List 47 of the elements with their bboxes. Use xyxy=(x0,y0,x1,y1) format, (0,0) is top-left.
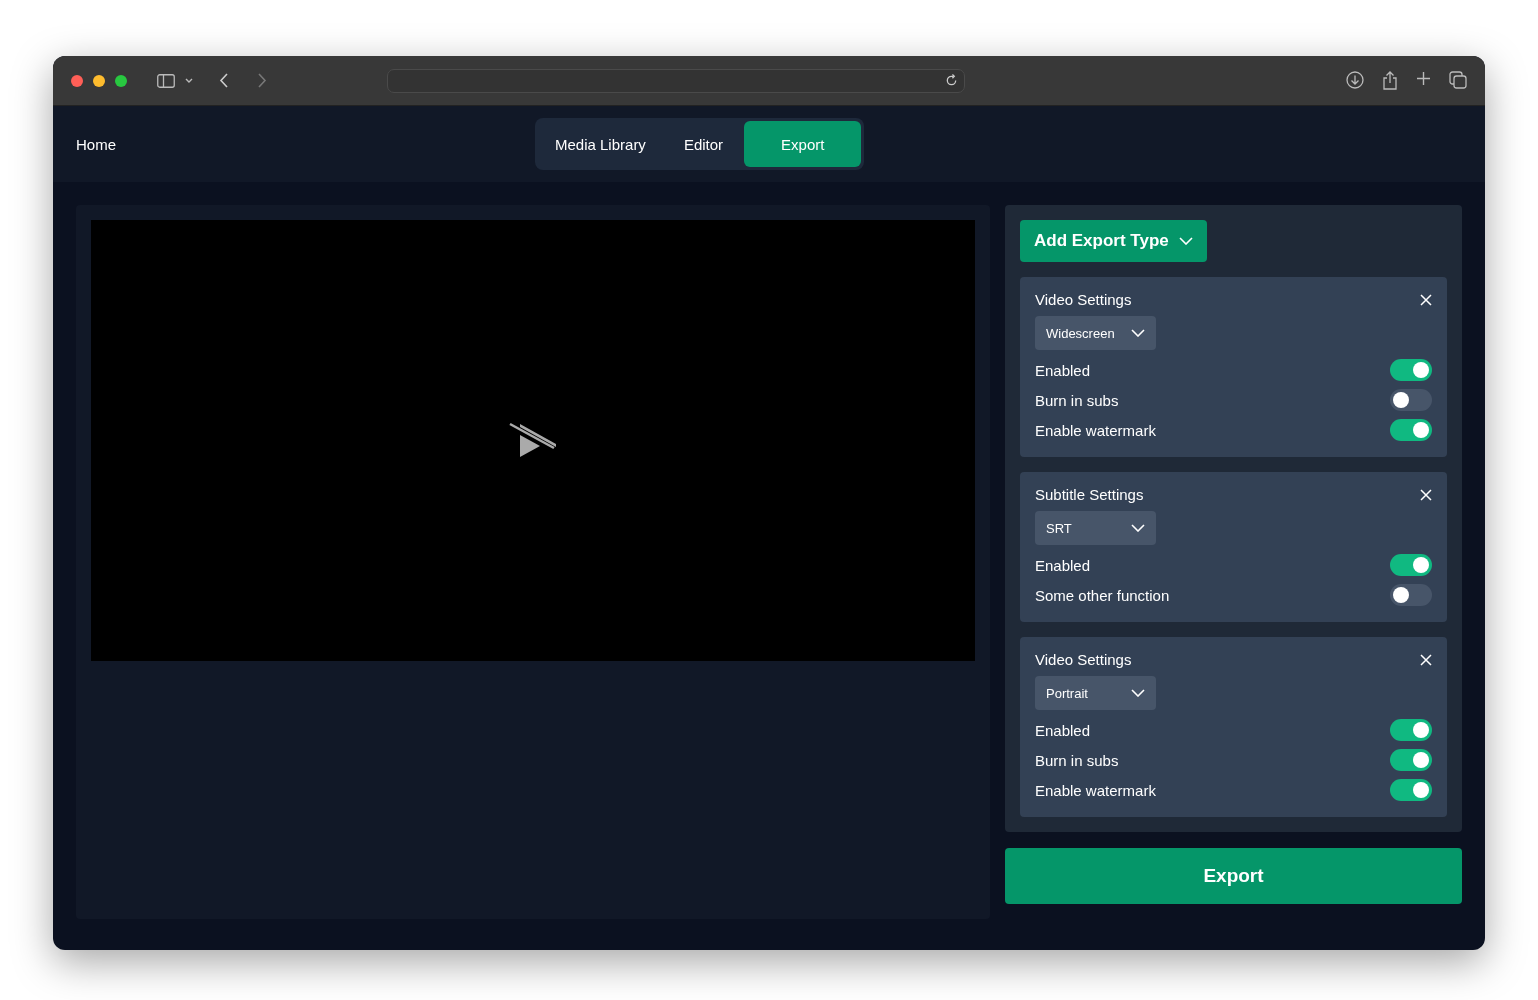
caret-icon xyxy=(1131,329,1145,337)
toggle-switch[interactable] xyxy=(1390,584,1432,606)
card-title: Video Settings xyxy=(1035,651,1132,668)
card-title: Subtitle Settings xyxy=(1035,486,1144,503)
caret-icon xyxy=(1178,237,1193,245)
toggle-switch[interactable] xyxy=(1390,749,1432,771)
close-icon[interactable] xyxy=(1420,653,1432,666)
format-dropdown[interactable]: Widescreen xyxy=(1035,316,1156,350)
format-dropdown[interactable]: Portrait xyxy=(1035,676,1156,710)
back-icon[interactable] xyxy=(219,73,228,88)
sidebar-icon[interactable] xyxy=(157,73,175,88)
close-icon[interactable] xyxy=(1420,293,1432,306)
maximize-window-icon[interactable] xyxy=(115,74,127,87)
toggle-label: Burn in subs xyxy=(1035,391,1119,409)
tab[interactable]: Media Library xyxy=(538,121,663,167)
format-dropdown[interactable]: SRT xyxy=(1035,511,1156,545)
caret-icon[interactable] xyxy=(185,78,193,83)
toggle-label: Enable watermark xyxy=(1035,781,1156,799)
caret-icon xyxy=(1131,689,1145,697)
toggle-switch[interactable] xyxy=(1390,779,1432,801)
forward-icon[interactable] xyxy=(258,73,267,88)
close-window-icon[interactable] xyxy=(71,74,83,87)
toggle-switch[interactable] xyxy=(1390,719,1432,741)
add-export-type-button[interactable]: Add Export Type xyxy=(1020,220,1207,262)
caret-icon xyxy=(1131,524,1145,532)
toggle-label: Enable watermark xyxy=(1035,421,1156,439)
toggle-label: Burn in subs xyxy=(1035,751,1119,769)
home-link[interactable]: Home xyxy=(76,135,116,153)
toggle-switch[interactable] xyxy=(1390,419,1432,441)
reload-icon[interactable] xyxy=(945,74,958,87)
tab[interactable]: Export xyxy=(744,121,862,167)
toggle-switch[interactable] xyxy=(1390,359,1432,381)
toggle-label: Enabled xyxy=(1035,556,1091,574)
toggle-switch[interactable] xyxy=(1390,389,1432,411)
minimize-window-icon[interactable] xyxy=(93,74,105,87)
export-button[interactable]: Export xyxy=(1005,848,1462,904)
card-title: Video Settings xyxy=(1035,291,1132,308)
toggle-label: Some other function xyxy=(1035,586,1170,604)
close-icon[interactable] xyxy=(1420,488,1432,501)
tab[interactable]: Editor xyxy=(666,121,741,167)
toggle-label: Enabled xyxy=(1035,361,1091,379)
download-icon[interactable] xyxy=(1346,71,1364,89)
toggle-label: Enabled xyxy=(1035,721,1091,739)
toggle-switch[interactable] xyxy=(1390,554,1432,576)
tabs-overview-icon[interactable] xyxy=(1449,71,1467,89)
plus-icon[interactable] xyxy=(1416,71,1431,86)
share-icon[interactable] xyxy=(1382,71,1398,90)
